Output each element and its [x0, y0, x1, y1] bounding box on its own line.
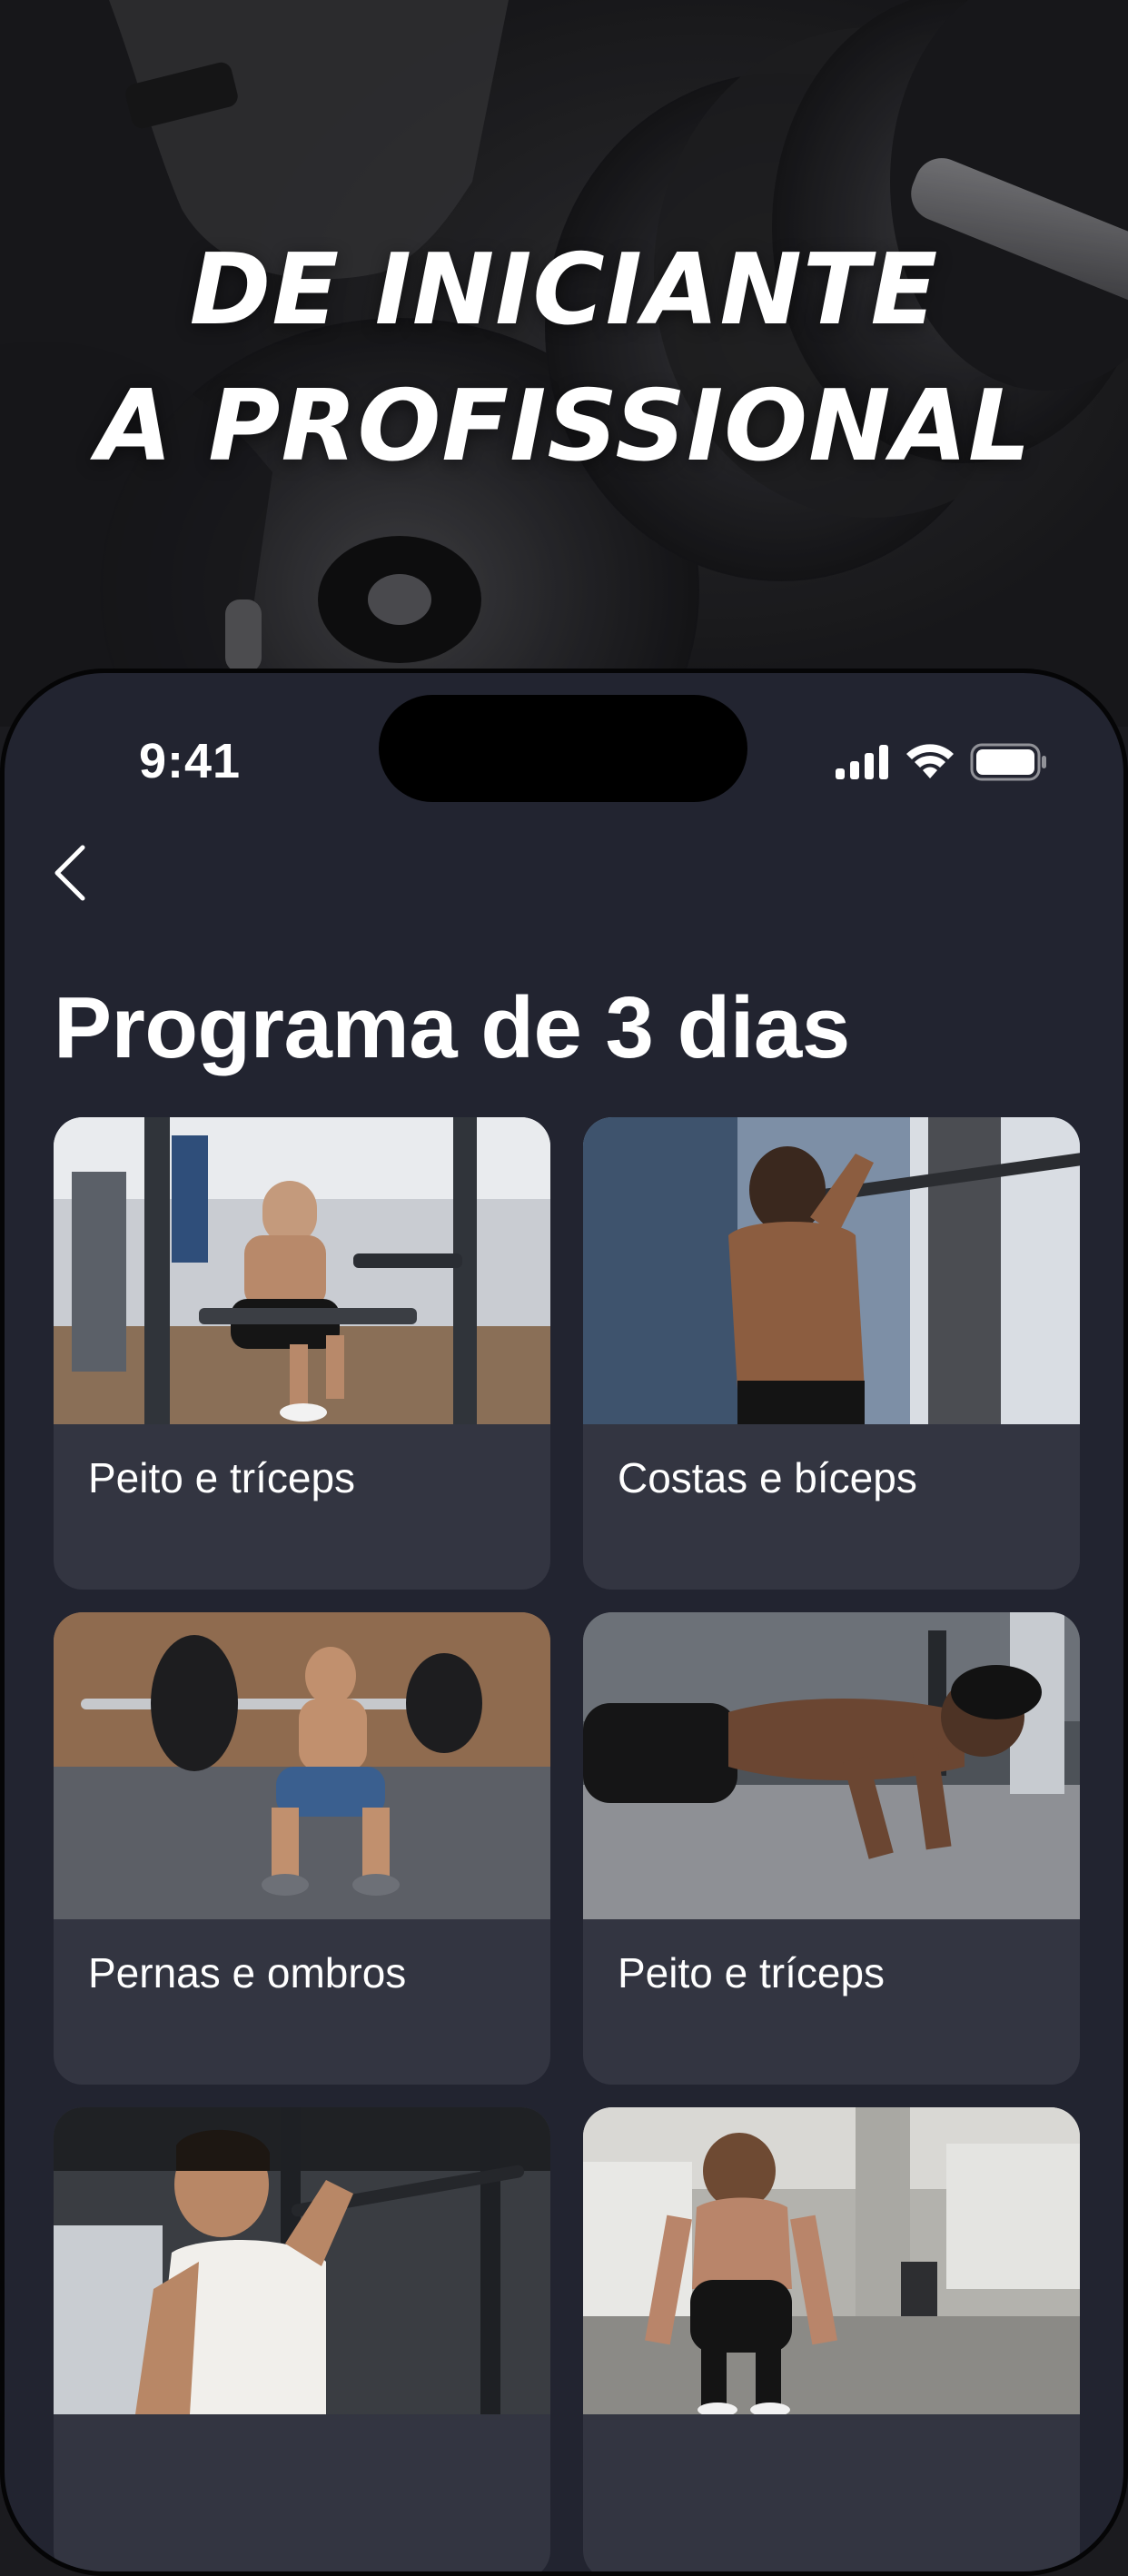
- back-button[interactable]: [45, 837, 99, 909]
- workout-image: [583, 1612, 1080, 1919]
- battery-icon: [970, 743, 1046, 781]
- wifi-icon: [906, 744, 954, 778]
- workout-card[interactable]: [583, 2107, 1080, 2571]
- status-bar-time: 9:41: [139, 734, 242, 788]
- page-title: Programa de 3 dias: [54, 979, 850, 1076]
- hero-headline: DE INICIANTE A PROFISSIONAL: [0, 223, 1128, 495]
- headline-line-2: A PROFISSIONAL: [96, 370, 1032, 483]
- workout-label: Costas e bíceps: [618, 1454, 917, 1501]
- chevron-left-icon: [54, 845, 85, 901]
- dynamic-island: [379, 695, 747, 802]
- workout-card[interactable]: Pernas e ombros: [54, 1612, 550, 2085]
- headline-line-1: DE INICIANTE: [189, 233, 939, 347]
- workout-label: Peito e tríceps: [88, 1454, 356, 1501]
- cellular-signal-icon: [836, 745, 888, 779]
- workout-card[interactable]: Peito e tríceps: [583, 1612, 1080, 2085]
- workout-label: Pernas e ombros: [88, 1949, 407, 1996]
- workout-image: [583, 2107, 1080, 2414]
- workout-image: [583, 1117, 1080, 1424]
- workout-image: [54, 1117, 550, 1424]
- status-bar-icons: [836, 740, 1048, 784]
- workout-image: [54, 2107, 550, 2414]
- workout-card[interactable]: Costas e bíceps: [583, 1117, 1080, 1590]
- hero-banner: DE INICIANTE A PROFISSIONAL: [0, 0, 1128, 727]
- phone-frame: 9:41 Programa de 3 dias Peito e tríceps …: [0, 669, 1128, 2576]
- workout-card[interactable]: Peito e tríceps: [54, 1117, 550, 1590]
- workout-card[interactable]: [54, 2107, 550, 2571]
- workout-image: [54, 1612, 550, 1919]
- workout-label: Peito e tríceps: [618, 1949, 886, 1996]
